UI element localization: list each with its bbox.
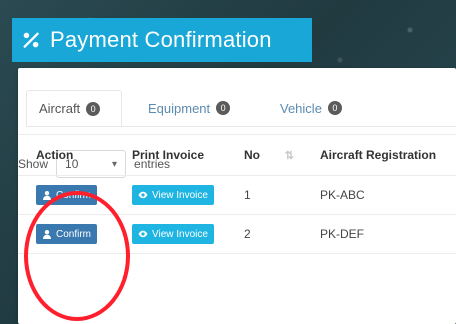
row-number: 1 — [244, 188, 251, 202]
registration-cell: PK-DEF — [320, 227, 365, 241]
view-invoice-button-label: View Invoice — [152, 228, 208, 240]
view-invoice-button[interactable]: View Invoice — [132, 185, 214, 205]
invoice-cell: View Invoice — [116, 224, 228, 244]
row-number: 2 — [244, 227, 251, 241]
col-no[interactable]: No ⇅ — [228, 148, 304, 162]
user-icon — [43, 191, 51, 200]
tab-count-badge: 0 — [216, 101, 231, 115]
invoice-cell: View Invoice — [116, 185, 228, 205]
confirm-button-label: Confirm — [56, 189, 92, 201]
col-no-label: No — [244, 148, 260, 162]
tab-label: Aircraft — [39, 101, 81, 116]
confirm-button[interactable]: Confirm — [36, 185, 98, 205]
view-invoice-button-label: View Invoice — [152, 189, 208, 201]
table-row: Confirm View Invoice 2 PK-DEF — [18, 215, 456, 254]
action-cell: Confirm — [18, 224, 116, 244]
table-header: Action Print Invoice No ⇅ Aircraft Regis… — [18, 135, 456, 176]
eye-icon — [138, 230, 148, 238]
tab-label: Vehicle — [280, 100, 322, 116]
eye-icon — [138, 191, 148, 199]
view-invoice-button[interactable]: View Invoice — [132, 224, 214, 244]
percent-icon — [23, 32, 40, 49]
confirm-button-label: Confirm — [56, 228, 92, 240]
tab-aircraft[interactable]: Aircraft 0 — [26, 90, 122, 126]
tab-label: Equipment — [148, 100, 211, 116]
confirm-button[interactable]: Confirm — [36, 224, 98, 244]
no-cell: 1 — [228, 188, 304, 202]
col-aircraft-registration[interactable]: Aircraft Registration — [304, 148, 456, 162]
page-title: Payment Confirmation — [50, 27, 272, 52]
tab-count-badge: 0 — [327, 101, 342, 115]
table-row: Confirm View Invoice 1 PK-ABC — [18, 176, 456, 215]
tab-count-badge: 0 — [86, 101, 101, 116]
tab-equipment[interactable]: Equipment 0 — [136, 90, 254, 126]
tab-vehicle[interactable]: Vehicle 0 — [268, 90, 366, 126]
no-cell: 2 — [228, 227, 304, 241]
registration-cell: PK-ABC — [320, 188, 365, 202]
payments-table: Action Print Invoice No ⇅ Aircraft Regis… — [18, 134, 456, 254]
tabs: Aircraft 0 Equipment 0 Vehicle 0 — [26, 82, 456, 127]
page-header: Payment Confirmation — [12, 18, 312, 62]
user-icon — [43, 230, 51, 239]
action-cell: Confirm — [18, 185, 116, 205]
col-action[interactable]: Action — [18, 148, 116, 162]
col-print-invoice[interactable]: Print Invoice — [116, 148, 228, 162]
sort-icon[interactable]: ⇅ — [285, 149, 294, 162]
